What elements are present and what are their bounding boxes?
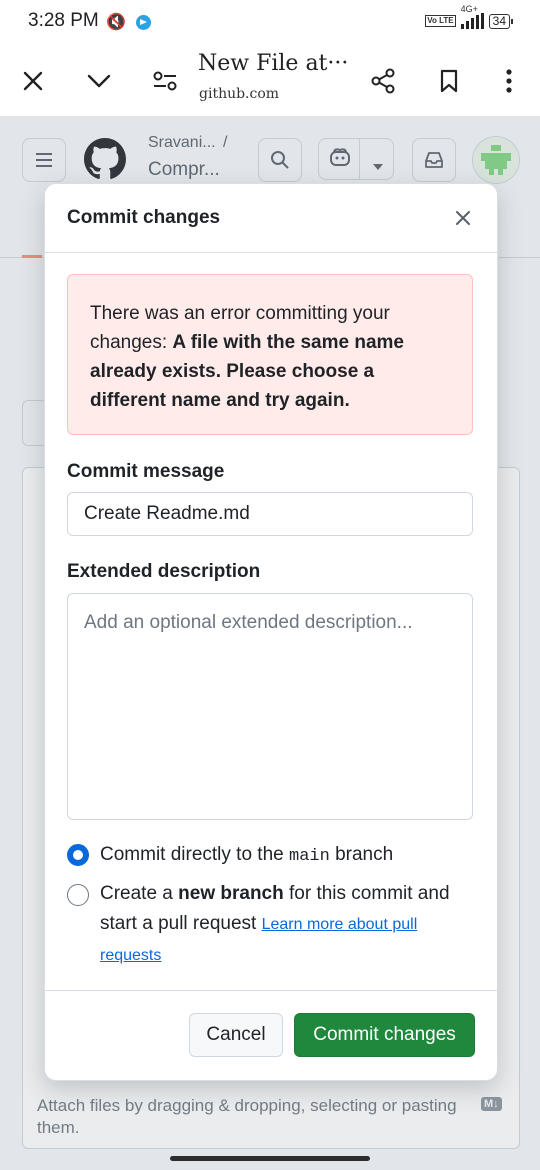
option1-text: Commit directly to the — [100, 844, 289, 865]
new-branch-radio[interactable] — [67, 884, 89, 906]
dialog-header: Commit changes — [45, 184, 497, 253]
extended-description-textarea[interactable]: Add an optional extended description... — [67, 593, 473, 820]
branch-name: main — [289, 847, 330, 866]
error-flash: There was an error committing your chang… — [67, 274, 473, 435]
system-indicators: Vo LTE 4G+ 34 — [425, 4, 514, 29]
page-title: New File at··· — [198, 51, 349, 76]
more-options-icon[interactable] — [492, 64, 526, 98]
commit-message-label: Commit message — [67, 461, 225, 482]
mute-icon: 🔇 — [106, 14, 126, 31]
volte-icon: Vo LTE — [425, 15, 456, 27]
option2-bold: new branch — [178, 883, 284, 904]
page-settings-icon[interactable] — [148, 64, 182, 98]
extended-description-placeholder: Add an optional extended description... — [84, 612, 413, 633]
home-indicator — [170, 1156, 370, 1161]
status-time: 3:28 PM — [28, 10, 99, 31]
commit-message-input[interactable] — [67, 492, 473, 536]
commit-direct-radio[interactable] — [67, 844, 89, 866]
option2-text: Create a — [100, 883, 179, 904]
commit-changes-button[interactable]: Commit changes — [294, 1013, 475, 1057]
page-url[interactable]: github.com — [199, 86, 279, 102]
close-icon[interactable] — [451, 206, 475, 230]
dialog-footer-divider — [45, 990, 497, 991]
close-tab-icon[interactable] — [16, 64, 50, 98]
commit-dialog: Commit changes There was an error commit… — [44, 183, 498, 1081]
commit-direct-label[interactable]: Commit directly to the main branch — [100, 840, 393, 872]
bookmark-icon[interactable] — [432, 64, 466, 98]
cancel-button[interactable]: Cancel — [189, 1013, 283, 1057]
status-bar: 3:28 PM 🔇 Vo LTE 4G+ 34 — [0, 0, 540, 46]
option1-suffix: branch — [329, 844, 394, 865]
browser-toolbar: New File at··· github.com — [0, 46, 540, 117]
signal-icon: 4G+ — [460, 4, 484, 29]
chevron-down-icon[interactable] — [82, 64, 116, 98]
new-branch-label[interactable]: Create a new branch for this commit and … — [100, 879, 470, 971]
extended-description-label: Extended description — [67, 561, 261, 582]
network-type: 4G+ — [460, 4, 478, 14]
battery-icon: 34 — [488, 13, 514, 29]
telegram-icon — [136, 15, 151, 30]
share-icon[interactable] — [366, 64, 400, 98]
dialog-title: Commit changes — [67, 207, 221, 228]
